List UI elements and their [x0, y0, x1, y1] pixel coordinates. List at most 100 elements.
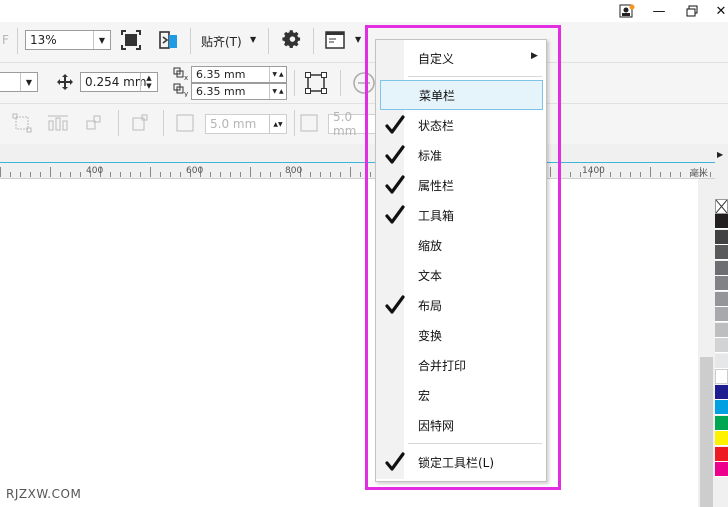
minimize-icon[interactable]: —: [648, 2, 670, 20]
ruler-tick: [240, 172, 241, 177]
svg-text:x: x: [184, 74, 188, 81]
ruler-tick: [270, 172, 271, 177]
ruler-tick: [630, 172, 631, 177]
palette-swatch[interactable]: [715, 446, 728, 462]
palette-swatch[interactable]: [715, 260, 728, 276]
ruler-tick: [280, 172, 281, 177]
spinner-icon[interactable]: ▼ ▲: [269, 84, 286, 99]
application-launcher-icon[interactable]: [158, 29, 180, 54]
spinner-icon[interactable]: ▲▼: [269, 115, 286, 133]
ruler-label: 400: [86, 166, 104, 176]
toolbar-separator: [313, 28, 314, 54]
ruler-tick: [330, 172, 331, 177]
spinner-icon[interactable]: ▲▼: [140, 73, 157, 91]
toolbar-separator: [163, 110, 164, 136]
scrollbar-thumb[interactable]: [700, 357, 713, 507]
duplicate-y-input[interactable]: 6.35 mm ▼ ▲: [191, 83, 287, 100]
nudge-distance-value: 0.254 mm: [85, 75, 147, 89]
ruler-tick: [60, 172, 61, 177]
full-screen-icon[interactable]: [120, 29, 142, 54]
toolbar-separator: [268, 28, 269, 54]
palette-scroll-up-icon[interactable]: ▶: [717, 150, 723, 159]
palette-swatch[interactable]: [715, 214, 728, 229]
no-color-swatch[interactable]: [715, 199, 728, 214]
ruler-label: 1400: [582, 166, 605, 176]
ruler-tick: [10, 172, 11, 177]
palette-swatch[interactable]: [715, 431, 728, 446]
toolbar-separator: [118, 110, 119, 136]
toolbar-separator: [294, 110, 295, 136]
gear-icon[interactable]: [281, 29, 303, 54]
ruler-tick: [610, 172, 611, 177]
ruler-guide-line: [0, 162, 715, 163]
chevron-down-icon[interactable]: ▼: [250, 35, 256, 44]
annotation-highlight-frame: [365, 25, 561, 490]
ruler-tick: [350, 167, 351, 177]
toolbar-separator: [17, 28, 18, 54]
svg-text:y: y: [184, 90, 188, 97]
ruler-tick: [50, 167, 51, 177]
palette-swatch[interactable]: [715, 462, 728, 477]
treat-as-filled-icon[interactable]: [304, 71, 328, 98]
ruler-tick: [230, 172, 231, 177]
ruler-tick: [360, 172, 361, 177]
zoom-level-combo[interactable]: 13% ▼: [25, 30, 111, 50]
duplicate-x-input[interactable]: 6.35 mm ▼ ▲: [191, 66, 287, 83]
ruler-tick: [620, 172, 621, 177]
palette-swatch[interactable]: [715, 384, 728, 400]
duplicate-distance-y-icon: y: [173, 83, 189, 100]
chevron-down-icon[interactable]: ▼: [20, 73, 37, 91]
palette-swatch[interactable]: [715, 322, 728, 338]
ruler-tick: [170, 172, 171, 177]
window-options-icon[interactable]: [325, 30, 345, 53]
toolbar-separator: [190, 28, 191, 54]
watermark: RJZXW.COM: [6, 487, 82, 501]
close-icon[interactable]: ✕: [710, 2, 728, 20]
ruler-tick: [570, 172, 571, 177]
snap-to-button[interactable]: 贴齐(T): [201, 33, 242, 50]
ruler-tick: [30, 172, 31, 177]
user-account-icon[interactable]: [616, 2, 638, 20]
ruler-tick: [660, 172, 661, 177]
nudge-distance-icon: [56, 73, 74, 94]
ruler-tick: [310, 172, 311, 177]
restore-icon[interactable]: [681, 2, 703, 20]
palette-swatch[interactable]: [715, 229, 728, 245]
palette-swatch[interactable]: [715, 307, 728, 322]
fillet-corner-icon[interactable]: [175, 113, 195, 136]
ruler-unit-label: 毫米: [690, 169, 709, 179]
ruler-label: 600: [186, 166, 204, 176]
fillet-radius-value-1: 5.0 mm: [210, 117, 257, 131]
nudge-distance-input[interactable]: 0.254 mm ▲ ▼: [80, 72, 158, 92]
palette-swatch[interactable]: [715, 291, 728, 307]
chamfer-corner-icon[interactable]: [299, 113, 319, 136]
palette-swatch[interactable]: [715, 338, 728, 353]
ruler-tick: [130, 172, 131, 177]
ruler-tick: [210, 172, 211, 177]
ruler-tick: [640, 172, 641, 177]
drawing-canvas[interactable]: [0, 179, 698, 507]
ruler-tick: [0, 167, 1, 177]
corner-shape-icon[interactable]: [130, 113, 150, 136]
palette-swatch[interactable]: [715, 353, 728, 369]
toolbar-separator: [340, 70, 341, 96]
chevron-down-icon[interactable]: ▼: [93, 31, 110, 49]
palette-swatch[interactable]: [715, 276, 728, 291]
chevron-down-icon[interactable]: ▼: [355, 35, 361, 44]
ruler-tick: [680, 172, 681, 177]
ruler-tick: [70, 172, 71, 177]
palette-swatch[interactable]: [715, 245, 728, 260]
ruler-tick: [220, 172, 221, 177]
spinner-icon[interactable]: ▼ ▲: [269, 67, 286, 82]
arrange-shapes-icon[interactable]: [84, 113, 104, 136]
fillet-radius-input-1[interactable]: 5.0 mm ▲▼: [205, 114, 287, 134]
align-nodes-icon[interactable]: [47, 113, 69, 136]
ruler-tick: [670, 172, 671, 177]
palette-swatch[interactable]: [715, 369, 728, 384]
bounding-box-icon[interactable]: [12, 113, 32, 136]
duplicate-x-value: 6.35 mm: [196, 68, 246, 81]
palette-swatch[interactable]: [715, 400, 728, 415]
ruler-tick: [120, 172, 121, 177]
units-combo[interactable]: ▼: [0, 72, 38, 92]
palette-swatch[interactable]: [715, 415, 728, 431]
